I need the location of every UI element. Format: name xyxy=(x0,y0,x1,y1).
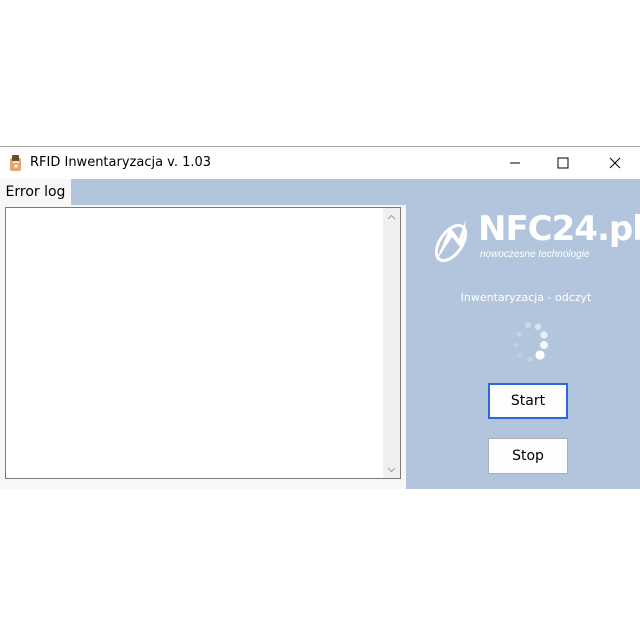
scroll-down-button[interactable] xyxy=(383,461,400,478)
logo-text: NFC24.pl xyxy=(478,209,640,249)
error-log-textarea[interactable] xyxy=(5,207,401,479)
error-log-panel xyxy=(0,205,406,489)
maximize-button[interactable] xyxy=(540,147,586,179)
minimize-icon xyxy=(510,162,520,164)
tab-error-log[interactable]: Error log xyxy=(0,179,71,205)
rfid-app-icon xyxy=(10,155,21,171)
stop-button[interactable]: Stop xyxy=(488,438,568,474)
scroll-up-button[interactable] xyxy=(383,208,400,225)
logo-tagline: nowoczesne technologie xyxy=(480,249,590,260)
minimize-button[interactable] xyxy=(492,147,538,179)
nfc24-logo: NFC24.pl nowoczesne technologie xyxy=(428,209,640,273)
start-button[interactable]: Start xyxy=(488,383,568,419)
status-label: Inwentaryzacja - odczyt xyxy=(460,291,592,304)
log-scrollbar[interactable] xyxy=(383,208,400,478)
window-title: RFID Inwentaryzacja v. 1.03 xyxy=(30,155,212,170)
loading-spinner-icon xyxy=(513,322,548,362)
client-area: Error log NFC24.pl nowoczesne technologi… xyxy=(0,179,640,489)
title-bar[interactable]: RFID Inwentaryzacja v. 1.03 xyxy=(0,147,640,179)
nfc-logo-icon xyxy=(434,219,468,263)
control-panel: NFC24.pl nowoczesne technologie Inwentar… xyxy=(406,179,640,489)
app-window: RFID Inwentaryzacja v. 1.03 Error log NF… xyxy=(0,146,640,489)
maximize-icon xyxy=(557,157,569,169)
close-icon xyxy=(609,157,621,169)
chevron-up-icon xyxy=(387,214,396,219)
close-button[interactable] xyxy=(592,147,638,179)
chevron-down-icon xyxy=(387,467,396,472)
